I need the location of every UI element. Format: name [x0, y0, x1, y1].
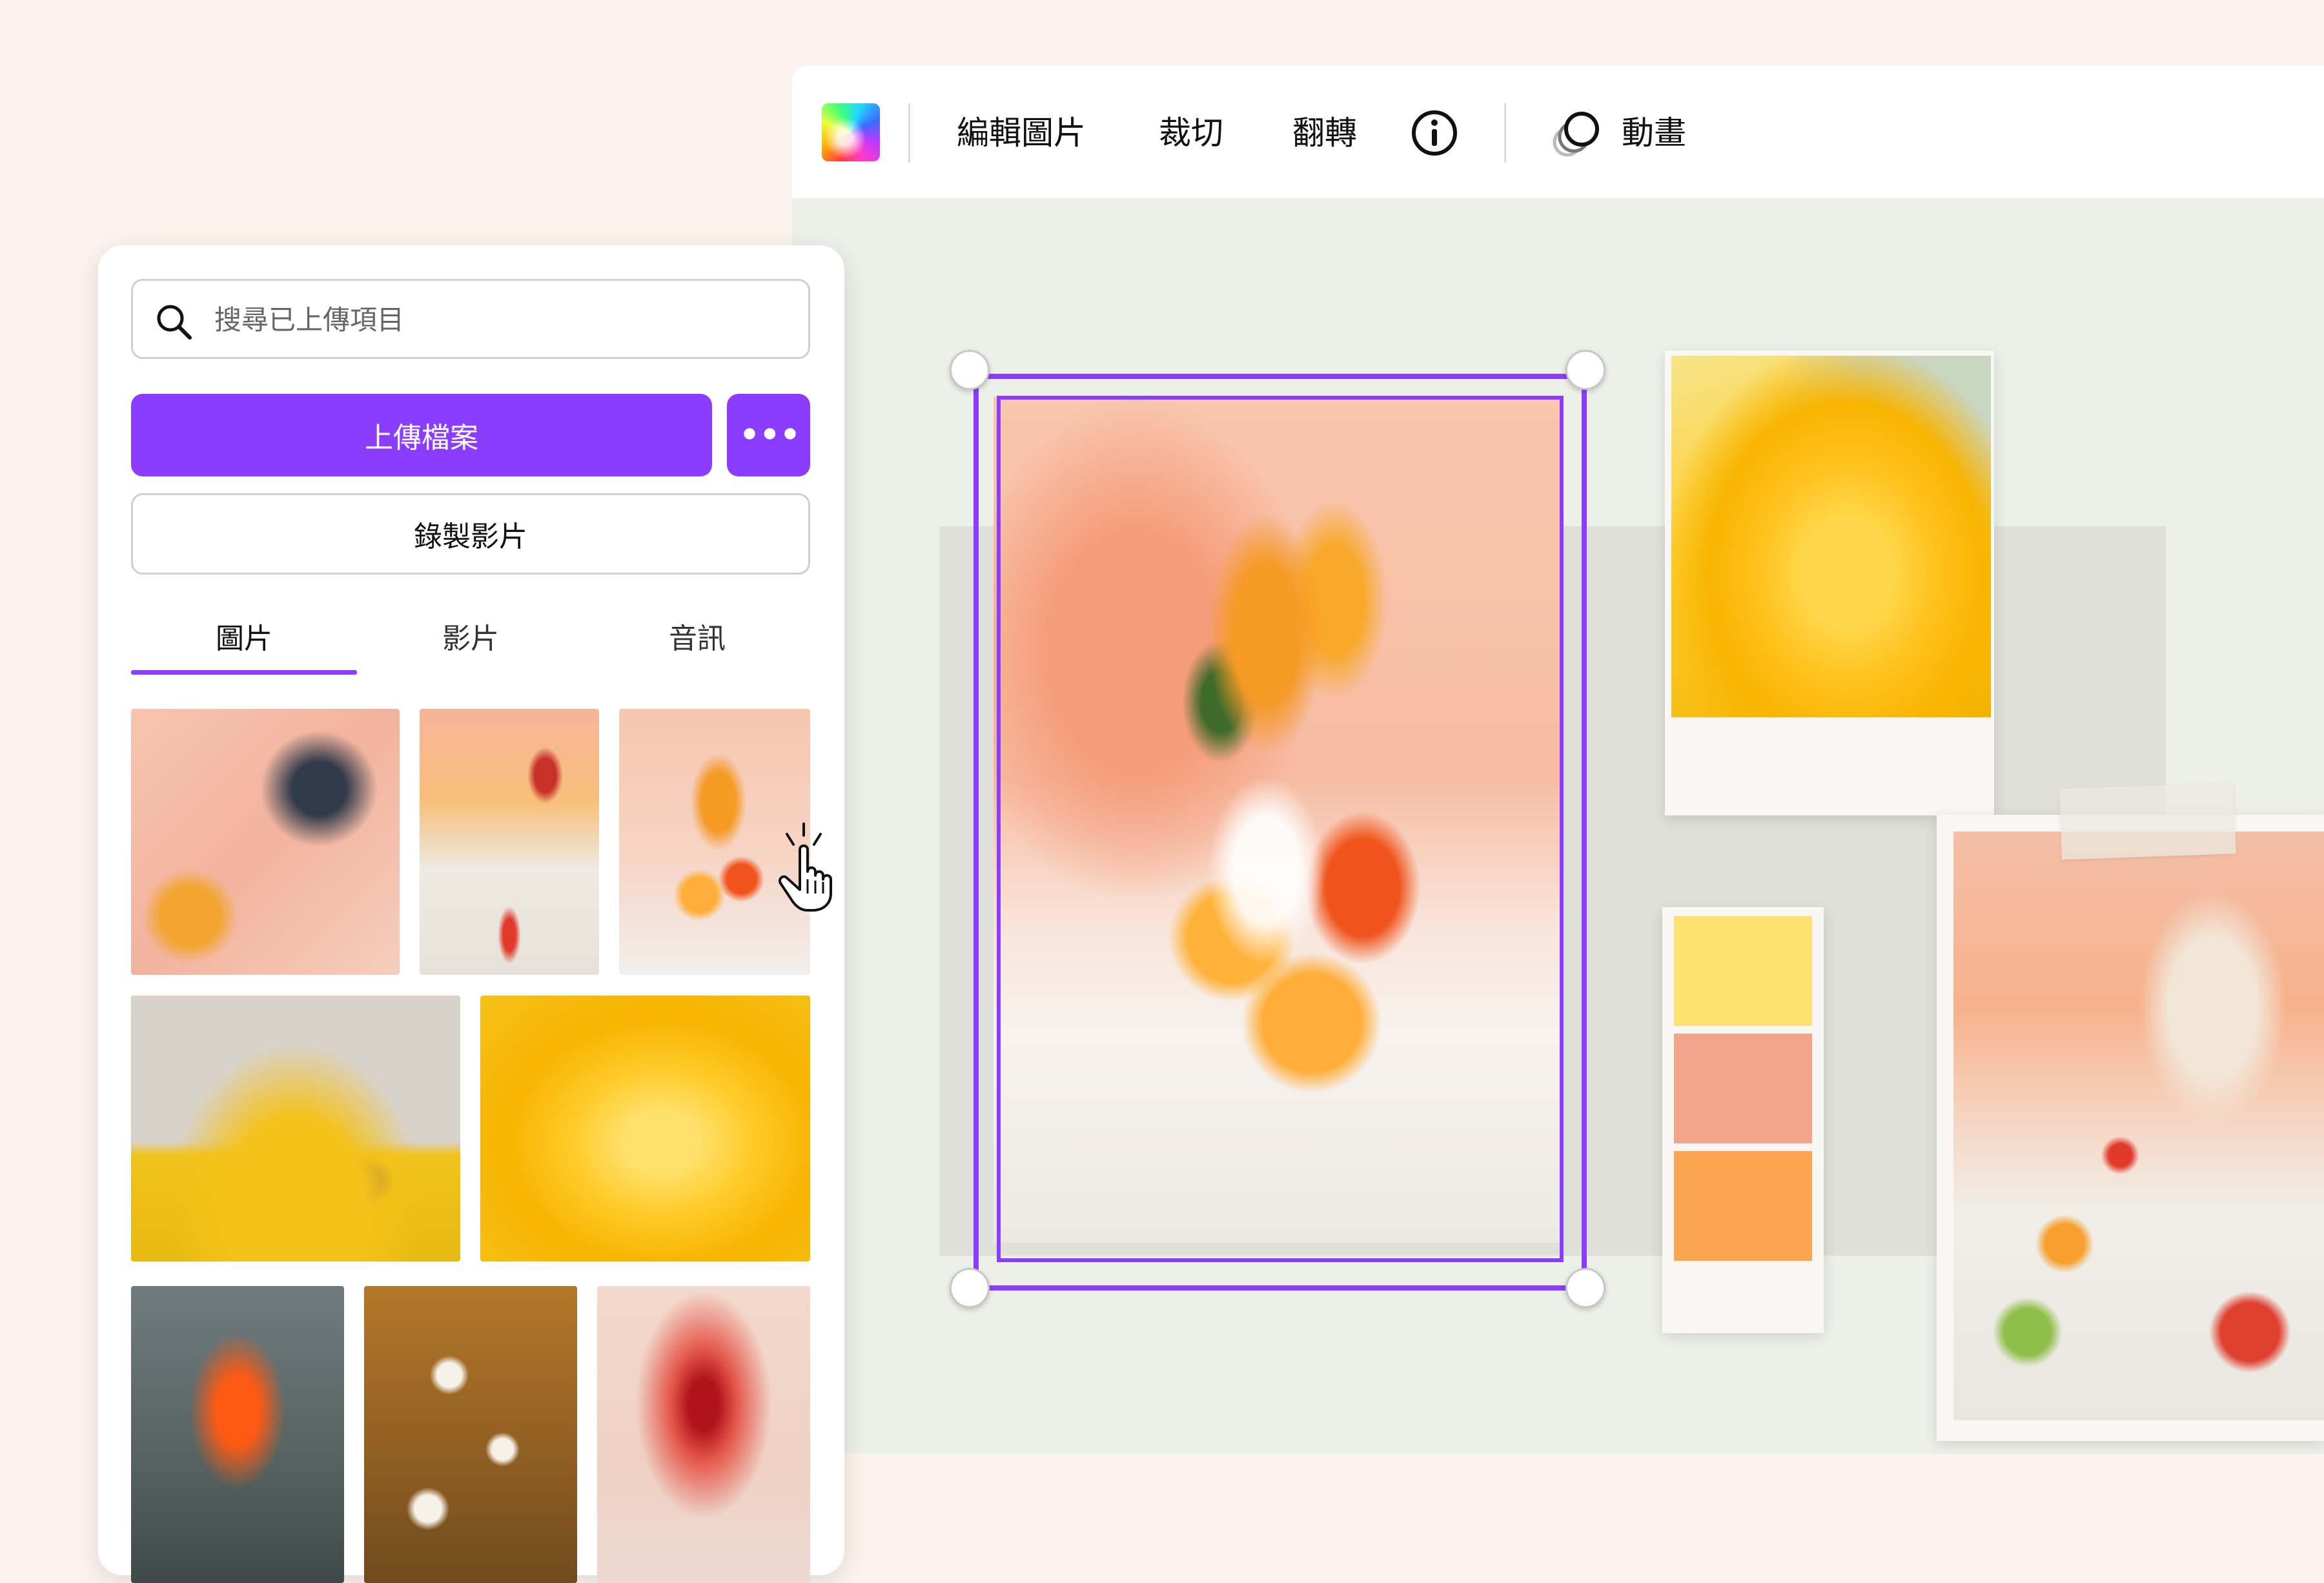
animate-button[interactable]: 動畫 — [1622, 105, 1686, 161]
color-swatch-yellow[interactable] — [1674, 916, 1812, 1026]
crop-frame[interactable] — [997, 396, 1564, 1262]
hand-pointer-cursor-icon — [779, 822, 832, 912]
resize-handle-bottom-right[interactable] — [1565, 1268, 1605, 1308]
color-palette-card[interactable] — [1662, 907, 1824, 1333]
thumbnail-red-gerbera[interactable] — [597, 1286, 810, 1583]
thumbnail-yellow-flower[interactable] — [480, 996, 810, 1261]
color-wheel-logo-icon[interactable] — [822, 103, 880, 161]
thumbnail-blurred-orange-flower[interactable] — [131, 1286, 344, 1583]
photo-card-still-life[interactable] — [1937, 815, 2324, 1441]
active-tab-indicator — [131, 670, 357, 675]
search-icon — [157, 305, 192, 340]
record-video-button[interactable]: 錄製影片 — [131, 493, 810, 575]
search-box[interactable] — [131, 279, 810, 359]
editor-toolbar: 編輯圖片 裁切 翻轉 動畫 — [792, 66, 2324, 199]
search-input[interactable] — [213, 298, 784, 342]
toolbar-divider — [1504, 103, 1506, 163]
tab-images[interactable]: 圖片 — [131, 607, 357, 671]
edit-image-button[interactable]: 編輯圖片 — [957, 105, 1086, 161]
flip-button[interactable]: 翻轉 — [1292, 105, 1357, 161]
toolbar-divider — [908, 103, 910, 163]
photo-card-yellow-flower[interactable] — [1665, 351, 1994, 815]
color-swatch-peach[interactable] — [1674, 1034, 1812, 1143]
editor-window: 編輯圖片 裁切 翻轉 動畫 — [792, 66, 2324, 1454]
resize-handle-top-right[interactable] — [1565, 350, 1605, 390]
color-swatch-orange[interactable] — [1674, 1151, 1812, 1261]
thumbnail-daisies[interactable] — [364, 1286, 577, 1583]
animate-icon[interactable] — [1551, 108, 1602, 160]
design-canvas[interactable] — [792, 198, 2324, 1454]
thumbnail-yellow-table[interactable] — [131, 996, 460, 1261]
yellow-flower-photo — [1671, 356, 1991, 717]
tab-audio[interactable]: 音訊 — [584, 607, 810, 671]
tape-strip — [2059, 782, 2236, 860]
resize-handle-bottom-left[interactable] — [950, 1268, 990, 1308]
crop-button[interactable]: 裁切 — [1159, 105, 1223, 161]
tab-videos[interactable]: 影片 — [358, 607, 584, 671]
still-life-photo — [1953, 832, 2324, 1420]
resize-handle-top-left[interactable] — [950, 350, 990, 390]
info-icon[interactable] — [1410, 108, 1459, 158]
more-options-button[interactable]: ••• — [727, 394, 810, 476]
upload-files-button[interactable]: 上傳檔案 — [131, 394, 712, 476]
thumbnail-still-life[interactable] — [420, 709, 599, 975]
thumbnail-papaya-fabric[interactable] — [131, 709, 400, 975]
uploads-panel: 上傳檔案 ••• 錄製影片 圖片 影片 音訊 — [98, 245, 844, 1583]
